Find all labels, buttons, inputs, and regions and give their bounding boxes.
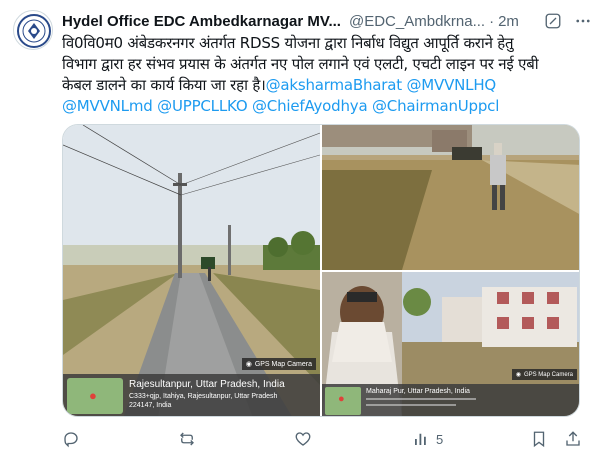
gps-address-blur	[366, 398, 476, 400]
like-button[interactable]	[294, 430, 312, 448]
grok-icon[interactable]	[544, 12, 562, 34]
separator-dot: ·	[489, 12, 495, 30]
retweet-button[interactable]	[178, 430, 196, 448]
reply-icon	[62, 430, 80, 448]
gps-info-strip: ● Rajesultanpur, Uttar Pradesh, India C3…	[63, 374, 320, 416]
tweet-text-fragment: केबल डालने का कार्य किया जा रहा है।	[62, 76, 266, 94]
worker-field-image	[322, 125, 579, 270]
share-icon	[564, 430, 582, 448]
bookmark-icon	[530, 430, 548, 448]
gps-badge-label: GPS Map Camera	[254, 360, 312, 368]
emblem-logo	[17, 14, 51, 48]
map-pin-icon: ●	[338, 393, 345, 405]
gps-camera-badge: ◉ GPS Map Camera	[511, 369, 577, 380]
views-button[interactable]: 5	[412, 430, 443, 448]
share-button[interactable]	[564, 430, 582, 448]
camera-icon: ◉	[515, 372, 521, 378]
gps-address-blur	[366, 404, 456, 406]
gps-location: Maharaj Pur, Uttar Pradesh, India	[366, 388, 470, 395]
photo-road[interactable]: ◉ GPS Map Camera ● Rajesultanpur, Uttar …	[63, 125, 320, 416]
gps-badge-label: GPS Map Camera	[523, 371, 573, 378]
tweet-text: वि0वि0म0 अंबेडकरनगर अंतर्गत RDSS योजना द…	[62, 33, 592, 117]
mention-links[interactable]: @MVVNLmd @UPPCLLKO @ChiefAyodhya @Chairm…	[62, 96, 592, 117]
gps-info-strip: ● Maharaj Pur, Uttar Pradesh, India	[322, 384, 579, 416]
map-thumbnail: ●	[325, 387, 361, 415]
tweet-text-line: केबल डालने का कार्य किया जा रहा है।@aksh…	[62, 75, 592, 96]
tweet-text-line: विभाग द्वारा हर संभव प्रयास के अंतर्गत न…	[62, 55, 539, 73]
gps-address: 224147, India	[129, 402, 172, 409]
media-grid: ◉ GPS Map Camera ● Rajesultanpur, Uttar …	[62, 124, 580, 417]
more-icon[interactable]	[574, 12, 592, 34]
like-icon	[294, 430, 312, 448]
mention-links[interactable]: @aksharmaBharat @MVVNLHQ	[266, 76, 497, 94]
author-handle[interactable]: @EDC_Ambdkrna...	[349, 13, 485, 30]
map-pin-icon: ●	[89, 388, 97, 403]
map-thumbnail: ●	[67, 378, 123, 414]
author-name[interactable]: Hydel Office EDC Ambedkarnagar MV...	[62, 13, 341, 30]
reply-button[interactable]	[62, 430, 80, 448]
views-icon	[412, 430, 430, 448]
tweet-time[interactable]: 2m	[498, 13, 519, 30]
gps-camera-badge: ◉ GPS Map Camera	[241, 358, 316, 370]
gps-location: Rajesultanpur, Uttar Pradesh, India	[129, 379, 285, 390]
action-bar: 5	[62, 428, 592, 450]
tweet-text-line: वि0वि0म0 अंबेडकरनगर अंतर्गत RDSS योजना द…	[62, 34, 514, 52]
retweet-icon	[178, 430, 196, 448]
camera-icon: ◉	[245, 361, 252, 368]
avatar[interactable]	[13, 10, 53, 50]
tweet-header: Hydel Office EDC Ambedkarnagar MV... @ED…	[62, 11, 592, 31]
photo-selfie-site[interactable]: ◉ GPS Map Camera ● Maharaj Pur, Uttar Pr…	[322, 272, 579, 416]
gps-address: C333+qjp, Itahiya, Rajesultanpur, Uttar …	[129, 393, 278, 400]
photo-worker-field[interactable]	[322, 125, 579, 270]
bookmark-button[interactable]	[530, 430, 548, 448]
views-count: 5	[436, 431, 444, 447]
